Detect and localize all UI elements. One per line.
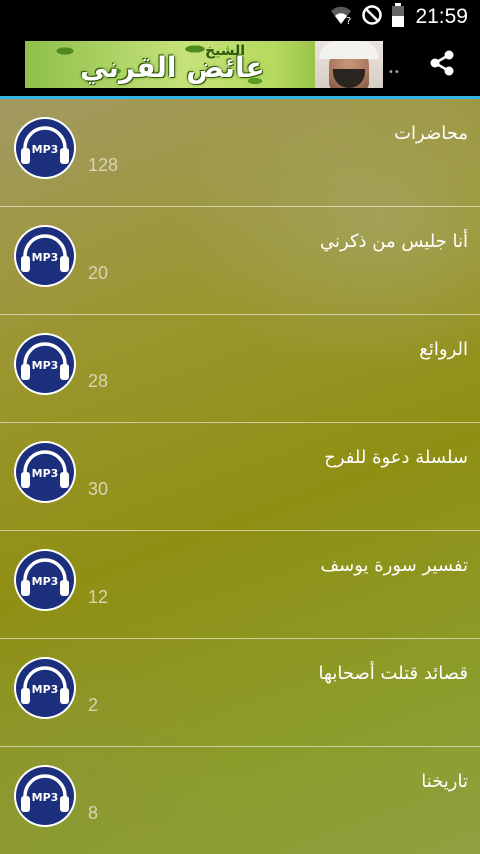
svg-text:MP3: MP3 bbox=[32, 791, 59, 804]
svg-text:MP3: MP3 bbox=[32, 359, 59, 372]
list-item[interactable]: MP3 أنا جليس من ذكرني 20 bbox=[0, 207, 480, 315]
list-item[interactable]: MP3 الروائع 28 bbox=[0, 315, 480, 423]
list-item-count: 20 bbox=[88, 263, 109, 283]
list-item[interactable]: MP3 قصائد قتلت أصحابها 2 bbox=[0, 639, 480, 747]
list-item[interactable]: MP3 سلسلة دعوة للفرح 30 bbox=[0, 423, 480, 531]
banner-title: عائض القرني bbox=[80, 51, 265, 84]
mp3-headphones-icon: MP3 bbox=[12, 547, 78, 613]
list-item-label: تفسير سورة يوسف bbox=[320, 555, 468, 576]
app-banner[interactable]: الشيخ عائض القرني bbox=[25, 41, 383, 88]
svg-text:?: ? bbox=[346, 16, 351, 26]
list-item-count: 8 bbox=[88, 803, 99, 823]
share-icon bbox=[427, 48, 457, 82]
mp3-headphones-icon: MP3 bbox=[12, 655, 78, 721]
mp3-headphones-icon: MP3 bbox=[12, 223, 78, 289]
status-bar: ? 21:59 bbox=[0, 0, 480, 33]
list-item-count: 128 bbox=[88, 155, 119, 175]
sheikh-portrait bbox=[315, 41, 383, 88]
svg-text:MP3: MP3 bbox=[32, 683, 59, 696]
list-item-count: 2 bbox=[88, 695, 99, 715]
list-item-label: سلسلة دعوة للفرح bbox=[324, 447, 468, 468]
wifi-question-icon: ? bbox=[329, 4, 353, 30]
category-list[interactable]: MP3 محاضرات 128 MP3 أنا جليس من ذكرني 20 bbox=[0, 99, 480, 854]
list-item-label: تاريخنا bbox=[421, 771, 468, 792]
list-item[interactable]: MP3 محاضرات 128 bbox=[0, 99, 480, 207]
mp3-headphones-icon: MP3 bbox=[12, 331, 78, 397]
svg-text:MP3: MP3 bbox=[32, 467, 59, 480]
svg-text:MP3: MP3 bbox=[32, 251, 59, 264]
no-signal-icon bbox=[361, 4, 383, 30]
mp3-headphones-icon: MP3 bbox=[12, 439, 78, 505]
list-item-label: محاضرات bbox=[394, 123, 468, 144]
overflow-dots-icon: •• bbox=[388, 67, 400, 78]
mp3-headphones-icon: MP3 bbox=[12, 115, 78, 181]
list-item-count: 12 bbox=[88, 587, 109, 607]
list-item-count: 28 bbox=[88, 371, 109, 391]
list-item-count: 30 bbox=[88, 479, 109, 499]
status-clock: 21:59 bbox=[415, 4, 468, 28]
portrait-headscarf bbox=[319, 41, 379, 59]
share-button[interactable] bbox=[418, 46, 466, 84]
list-item-label: أنا جليس من ذكرني bbox=[320, 231, 468, 252]
svg-text:MP3: MP3 bbox=[32, 575, 59, 588]
list-item-label: قصائد قتلت أصحابها bbox=[318, 663, 468, 684]
list-item-label: الروائع bbox=[419, 339, 468, 360]
list-item[interactable]: MP3 تفسير سورة يوسف 12 bbox=[0, 531, 480, 639]
battery-icon bbox=[391, 2, 405, 31]
mp3-headphones-icon: MP3 bbox=[12, 763, 78, 829]
svg-text:MP3: MP3 bbox=[32, 143, 59, 156]
action-bar: الشيخ عائض القرني •• bbox=[0, 33, 480, 96]
list-item[interactable]: MP3 تاريخنا 8 bbox=[0, 747, 480, 854]
